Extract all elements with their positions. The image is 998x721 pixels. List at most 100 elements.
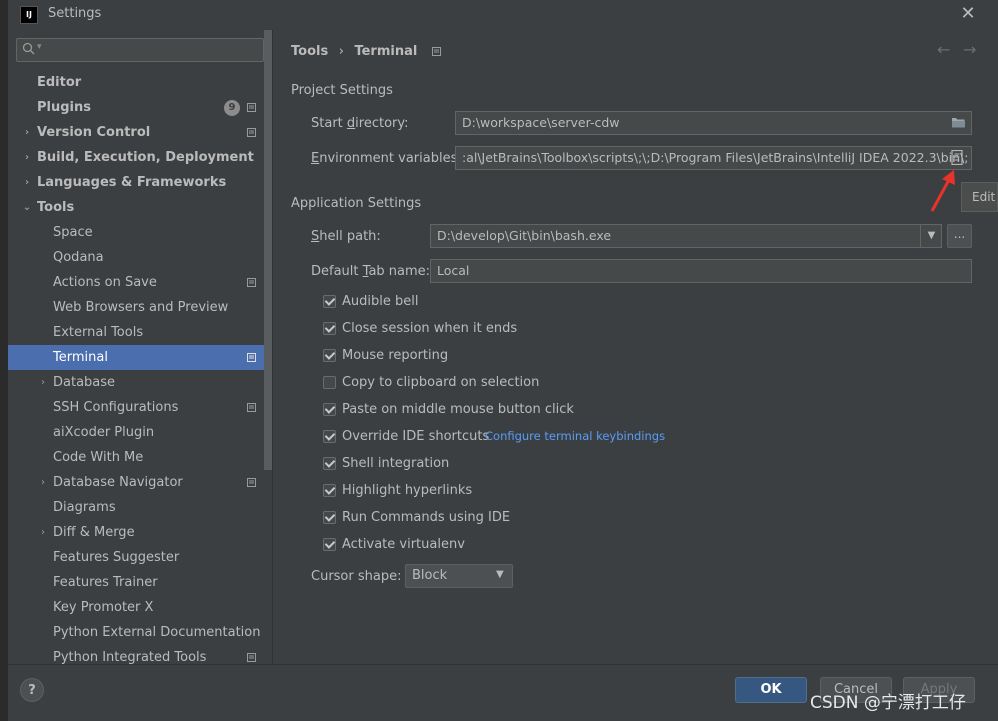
checkbox-unchecked[interactable] xyxy=(323,376,336,389)
sidebar-item-label: Qodana xyxy=(53,250,104,265)
checkbox-checked[interactable] xyxy=(323,403,336,416)
close-icon[interactable]: ✕ xyxy=(958,4,978,24)
breadcrumb-separator: › xyxy=(338,44,344,59)
sidebar-item[interactable]: Features Suggester xyxy=(8,545,272,570)
checkbox-label[interactable]: Activate virtualenv xyxy=(342,536,465,554)
default-tab-name-field[interactable]: Local xyxy=(430,259,972,283)
sidebar-item-label: Tools xyxy=(37,200,75,215)
updates-badge: 9 xyxy=(224,100,240,116)
checkbox-label[interactable]: Run Commands using IDE xyxy=(342,509,510,527)
checkbox-label[interactable]: Shell integration xyxy=(342,455,449,473)
sidebar-item[interactable]: Web Browsers and Preview xyxy=(8,295,272,320)
checkbox-label[interactable]: Copy to clipboard on selection xyxy=(342,374,539,392)
sidebar-item[interactable]: Terminal xyxy=(8,345,272,370)
back-arrow-icon[interactable]: ← xyxy=(937,40,950,59)
chevron-right-icon[interactable]: › xyxy=(21,170,33,195)
checkbox-checked[interactable] xyxy=(323,538,336,551)
sidebar-item[interactable]: ⌄ Tools xyxy=(8,195,272,220)
sidebar-item-label: aiXcoder Plugin xyxy=(53,425,155,440)
checkbox-label[interactable]: Override IDE shortcuts xyxy=(342,428,489,446)
help-button[interactable]: ? xyxy=(20,678,44,702)
sidebar-item-label: Key Promoter X xyxy=(53,600,154,615)
environment-variables-label: Environment variables: xyxy=(311,151,462,166)
sidebar-scrollbar[interactable] xyxy=(264,30,272,470)
cursor-shape-label: Cursor shape: xyxy=(311,569,402,584)
checkbox-label[interactable]: Audible bell xyxy=(342,293,418,311)
environment-variables-field[interactable]: :al\JetBrains\Toolbox\scripts\;\;D:\Prog… xyxy=(455,146,972,170)
sidebar-item[interactable]: Python Integrated Tools xyxy=(8,645,272,664)
chevron-down-icon[interactable]: ⌄ xyxy=(21,195,33,220)
sidebar-item[interactable]: Qodana xyxy=(8,245,272,270)
forward-arrow-icon[interactable]: → xyxy=(963,40,976,59)
sidebar-item[interactable]: › Database xyxy=(8,370,272,395)
project-scope-icon xyxy=(247,403,256,412)
folder-icon[interactable] xyxy=(951,116,966,129)
sidebar-item-label: SSH Configurations xyxy=(53,400,179,415)
sidebar-item[interactable]: › Build, Execution, Deployment xyxy=(8,145,272,170)
shell-path-dropdown-icon[interactable]: ▼ xyxy=(920,225,942,247)
edit-document-icon[interactable] xyxy=(951,150,963,165)
sidebar-item-label: Diff & Merge xyxy=(53,525,135,540)
project-scope-icon xyxy=(247,278,256,287)
sidebar-item[interactable]: Features Trainer xyxy=(8,570,272,595)
checkbox-checked[interactable] xyxy=(323,295,336,308)
sidebar-item[interactable]: Python External Documentation xyxy=(8,620,272,645)
sidebar-item-label: Features Trainer xyxy=(53,575,158,590)
sidebar-item[interactable]: Editor xyxy=(8,70,272,95)
chevron-right-icon[interactable]: › xyxy=(37,370,49,395)
project-scope-icon xyxy=(431,47,441,56)
project-scope-icon xyxy=(247,353,256,362)
background-editor-gutter xyxy=(0,0,8,720)
shell-browse-button[interactable]: ... xyxy=(947,224,972,248)
checkbox-checked[interactable] xyxy=(323,511,336,524)
sidebar-item-label: Web Browsers and Preview xyxy=(53,300,229,315)
sidebar-item[interactable]: Diagrams xyxy=(8,495,272,520)
checkbox-label[interactable]: Close session when it ends xyxy=(342,320,517,338)
watermark: CSDN @宁漂打工仔 xyxy=(810,693,966,713)
chevron-right-icon[interactable]: › xyxy=(21,145,33,170)
sidebar-item[interactable]: Plugins 9 xyxy=(8,95,272,120)
sidebar-item-label: Languages & Frameworks xyxy=(37,175,227,190)
shell-path-field[interactable]: D:\develop\Git\bin\bash.exe xyxy=(430,224,942,248)
checkbox-checked[interactable] xyxy=(323,349,336,362)
settings-dialog: IJ Settings ✕ ▾ Editor Plugins 9 › Version C… xyxy=(8,0,998,721)
configure-keybindings-link[interactable]: Configure terminal keybindings xyxy=(485,429,665,443)
checkbox-label[interactable]: Highlight hyperlinks xyxy=(342,482,472,500)
checkbox-checked[interactable] xyxy=(323,430,336,443)
sidebar-item[interactable]: › Languages & Frameworks xyxy=(8,170,272,195)
sidebar-item-label: Diagrams xyxy=(53,500,116,515)
annotation-arrow-icon xyxy=(930,170,955,212)
sidebar-item[interactable]: Key Promoter X xyxy=(8,595,272,620)
sidebar-item[interactable]: › Diff & Merge xyxy=(8,520,272,545)
breadcrumb-parent[interactable]: Tools xyxy=(291,44,328,59)
sidebar-item[interactable]: › Version Control xyxy=(8,120,272,145)
ok-button[interactable]: OK xyxy=(735,677,807,703)
sidebar-item-label: Database xyxy=(53,375,116,390)
search-dropdown-icon[interactable]: ▾ xyxy=(37,42,42,52)
chevron-right-icon[interactable]: › xyxy=(37,470,49,495)
cursor-shape-select[interactable]: Block ▼ xyxy=(405,564,513,588)
checkbox-checked[interactable] xyxy=(323,322,336,335)
sidebar-item[interactable]: SSH Configurations xyxy=(8,395,272,420)
shell-path-label: Shell path: xyxy=(311,229,381,244)
application-settings-title: Application Settings xyxy=(291,196,422,211)
title-bar: IJ Settings ✕ xyxy=(8,0,998,28)
checkbox-label[interactable]: Paste on middle mouse button click xyxy=(342,401,574,419)
sidebar-item[interactable]: Space xyxy=(8,220,272,245)
sidebar-item[interactable]: Code With Me xyxy=(8,445,272,470)
sidebar-item-label: Plugins xyxy=(37,100,91,115)
start-directory-field[interactable]: D:\workspace\server-cdw xyxy=(455,111,972,135)
sidebar-item[interactable]: aiXcoder Plugin xyxy=(8,420,272,445)
sidebar-item-label: Editor xyxy=(37,75,82,90)
breadcrumb: Tools › Terminal xyxy=(291,44,441,59)
sidebar-item[interactable]: › Database Navigator xyxy=(8,470,272,495)
project-scope-icon xyxy=(247,478,256,487)
search-input[interactable]: ▾ xyxy=(16,38,264,62)
chevron-right-icon[interactable]: › xyxy=(21,120,33,145)
sidebar-item[interactable]: Actions on Save xyxy=(8,270,272,295)
checkbox-checked[interactable] xyxy=(323,457,336,470)
chevron-right-icon[interactable]: › xyxy=(37,520,49,545)
sidebar-item[interactable]: External Tools xyxy=(8,320,272,345)
checkbox-label[interactable]: Mouse reporting xyxy=(342,347,448,365)
checkbox-checked[interactable] xyxy=(323,484,336,497)
